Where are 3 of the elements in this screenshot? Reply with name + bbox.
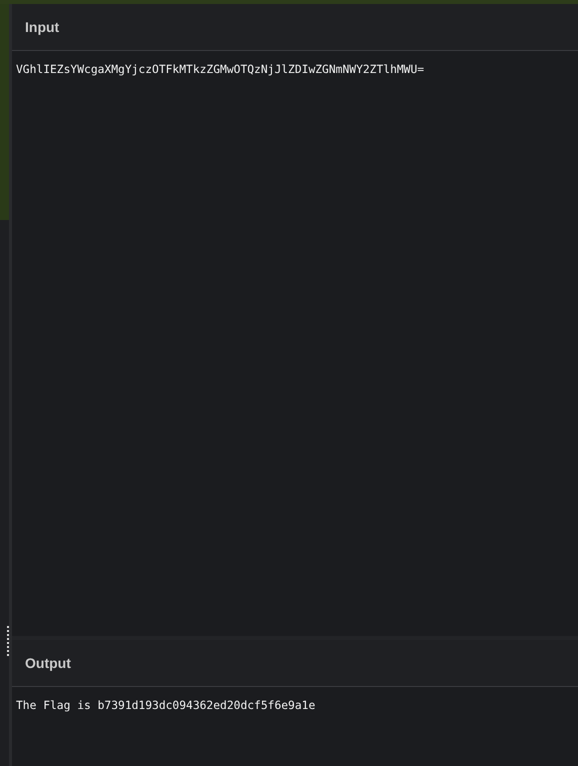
output-title: Output xyxy=(25,655,71,671)
input-title: Input xyxy=(25,19,60,35)
resize-handle[interactable] xyxy=(7,626,9,656)
